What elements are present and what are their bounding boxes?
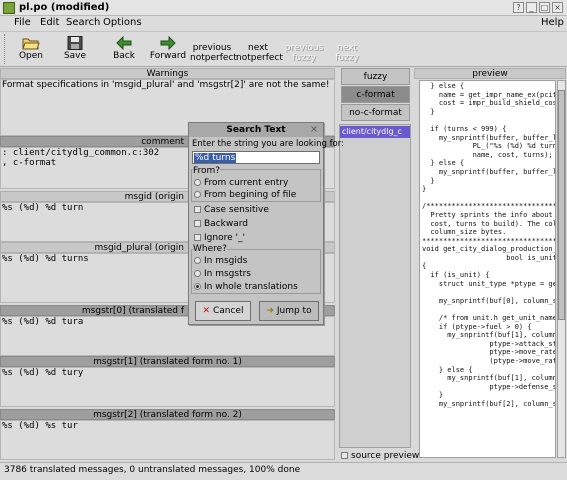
next-notperfect-label-2: notperfect — [236, 53, 283, 63]
ignore-underscore-option[interactable]: Ignore '_' — [194, 233, 245, 243]
toolbar-grip[interactable] — [4, 34, 6, 64]
menu-options[interactable]: Options — [103, 17, 142, 28]
preview-code-text: } else { name = get_impr_name_ex(pcity, … — [422, 82, 556, 408]
no-c-format-button[interactable]: no-c-format — [341, 104, 410, 121]
open-button[interactable]: Open — [13, 36, 49, 61]
back-button[interactable]: Back — [106, 36, 142, 61]
warnings-header: Warnings — [0, 68, 335, 79]
from-current-option[interactable]: From current entry — [194, 178, 288, 188]
case-sensitive-label: Case sensitive — [204, 205, 269, 215]
preview-header: preview — [414, 68, 566, 79]
search-dialog: Search Text × Enter the string you are l… — [188, 122, 344, 325]
msgstr2-header: msgstr[2] (translated form no. 2) — [0, 409, 335, 420]
backward-option[interactable]: Backward — [194, 219, 248, 229]
from-beginning-label: From begining of file — [204, 190, 297, 200]
menu-file[interactable]: File — [14, 17, 31, 28]
minimize-button[interactable]: _ — [526, 2, 537, 13]
comment-line-2: , c-format — [2, 158, 57, 168]
forward-button[interactable]: Forward — [148, 36, 188, 61]
in-msgstrs-option[interactable]: In msgstrs — [194, 269, 251, 279]
cancel-x-icon: ✕ — [202, 306, 211, 316]
fuzzy-button[interactable]: fuzzy — [341, 68, 410, 85]
previous-fuzzy-label-2: fuzzy — [292, 53, 316, 63]
source-file-item[interactable]: client/citydlg_c — [340, 126, 410, 138]
forward-label: Forward — [149, 51, 187, 61]
radio-icon[interactable] — [194, 270, 201, 277]
source-preview-toggle[interactable]: source preview — [341, 451, 419, 461]
jump-label: Jump to — [276, 306, 312, 316]
msgstr2-text: %s (%d) %s tur — [2, 421, 78, 431]
in-whole-option[interactable]: In whole translations — [194, 282, 298, 292]
from-label: From? — [193, 166, 221, 176]
backward-label: Backward — [204, 219, 248, 229]
next-fuzzy-label-1: next — [337, 43, 357, 53]
maximize-button[interactable]: □ — [539, 2, 550, 13]
msgid-text: %s (%d) %d turn — [2, 203, 84, 213]
previous-notperfect-button[interactable]: previous notperfect — [190, 43, 237, 63]
save-button[interactable]: Save — [57, 36, 93, 61]
next-fuzzy-label-2: fuzzy — [335, 53, 359, 63]
status-text: 3786 translated messages, 0 untranslated… — [4, 465, 301, 475]
cancel-label: Cancel — [212, 306, 244, 316]
search-prompt: Enter the string you are looking for: — [192, 139, 344, 149]
previous-fuzzy-button[interactable]: previous fuzzy — [284, 43, 324, 63]
previous-fuzzy-label-1: previous — [284, 43, 324, 53]
next-fuzzy-button[interactable]: next fuzzy — [332, 43, 362, 63]
in-msgids-option[interactable]: In msgids — [194, 256, 247, 266]
jump-to-button[interactable]: ➜ Jump to — [259, 301, 319, 321]
c-format-button[interactable]: c-format — [341, 86, 410, 103]
source-file-list[interactable] — [339, 124, 411, 448]
back-label: Back — [113, 51, 135, 61]
radio-icon[interactable] — [194, 179, 201, 186]
previous-notperfect-label-2: notperfect — [190, 53, 237, 63]
menu-search[interactable]: Search — [66, 17, 100, 28]
radio-selected-icon[interactable] — [194, 283, 201, 290]
close-icon[interactable]: × — [309, 125, 319, 135]
msgstr1-text: %s (%d) %d tury — [2, 368, 84, 378]
open-label: Open — [18, 51, 44, 61]
floppy-save-icon — [67, 36, 83, 50]
in-msgids-label: In msgids — [204, 256, 248, 266]
preview-pane[interactable]: } else { name = get_impr_name_ex(pcity, … — [419, 80, 556, 458]
radio-icon[interactable] — [194, 257, 201, 264]
help-window-button[interactable]: ? — [513, 2, 524, 13]
checkbox-icon[interactable] — [194, 220, 201, 227]
folder-open-icon — [22, 38, 40, 50]
jump-icon: ➜ — [266, 306, 274, 316]
arrow-right-icon — [160, 36, 176, 50]
from-beginning-option[interactable]: From begining of file — [194, 190, 296, 200]
source-preview-checkbox[interactable] — [341, 452, 348, 459]
msgstr0-text: %s (%d) %d tura — [2, 317, 84, 327]
preview-scrollbar-thumb[interactable] — [558, 90, 565, 320]
ignore-label: Ignore '_' — [204, 233, 245, 243]
app-icon — [3, 2, 15, 14]
checkbox-icon[interactable] — [194, 206, 201, 213]
save-label: Save — [63, 51, 87, 61]
radio-icon[interactable] — [194, 191, 201, 198]
source-preview-label: source preview — [351, 451, 420, 461]
close-window-button[interactable]: × — [552, 2, 563, 13]
case-sensitive-option[interactable]: Case sensitive — [194, 205, 269, 215]
next-notperfect-button[interactable]: next notperfect — [236, 43, 283, 63]
warnings-text: Format specifications in 'msgid_plural' … — [2, 80, 330, 90]
menu-help[interactable]: Help — [541, 17, 564, 28]
search-input-value: %d turns — [194, 153, 237, 163]
cancel-button[interactable]: ✕ Cancel — [195, 301, 251, 321]
from-current-label: From current entry — [204, 178, 289, 188]
in-whole-label: In whole translations — [204, 282, 298, 292]
previous-notperfect-label-1: previous — [192, 43, 232, 53]
msgid-plural-text: %s (%d) %d turns — [2, 254, 89, 264]
search-dialog-title: Search Text — [189, 123, 323, 137]
next-notperfect-label-1: next — [248, 43, 268, 53]
window-title: pl.po (modified) — [19, 2, 110, 13]
arrow-left-icon — [116, 36, 132, 50]
where-label: Where? — [193, 244, 227, 254]
comment-line-1: : client/citydlg_common.c:302 — [2, 148, 160, 158]
menu-edit[interactable]: Edit — [40, 17, 59, 28]
in-msgstrs-label: In msgstrs — [204, 269, 251, 279]
checkbox-icon[interactable] — [194, 234, 201, 241]
msgstr1-header: msgstr[1] (translated form no. 1) — [0, 356, 335, 367]
